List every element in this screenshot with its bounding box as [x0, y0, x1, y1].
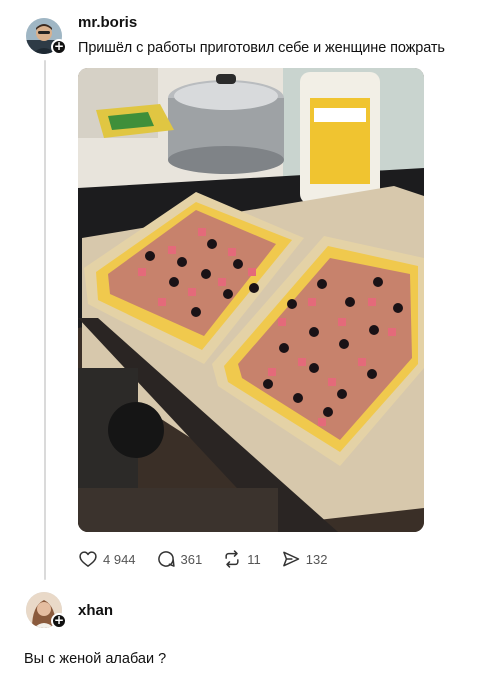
like-count: 4 944: [103, 551, 136, 567]
like-button[interactable]: 4 944: [78, 549, 136, 569]
share-count: 132: [305, 551, 328, 567]
repost-count: 11: [247, 551, 261, 567]
reply-author-username[interactable]: xhan: [78, 602, 113, 619]
post-author-username[interactable]: mr.boris: [78, 14, 137, 31]
follow-plus-icon[interactable]: +: [51, 613, 67, 629]
post-image[interactable]: [78, 68, 424, 532]
comment-count: 361: [180, 551, 203, 567]
reply-text: Вы с женой алабаи ?: [24, 651, 167, 667]
share-button[interactable]: 132: [281, 549, 328, 569]
comment-button[interactable]: 361: [156, 549, 203, 569]
heart-icon: [79, 551, 97, 567]
thread-line: [44, 60, 46, 580]
repost-button[interactable]: 11: [222, 549, 261, 569]
post-actions: 4 944 361 11 132: [78, 548, 347, 570]
post-text: Пришёл с работы приготовил себе и женщин…: [78, 40, 445, 56]
send-arrow-icon: [282, 551, 299, 567]
comment-bubble-icon: [157, 551, 175, 567]
follow-plus-icon[interactable]: +: [51, 39, 67, 55]
repost-arrows-icon: [225, 550, 239, 568]
